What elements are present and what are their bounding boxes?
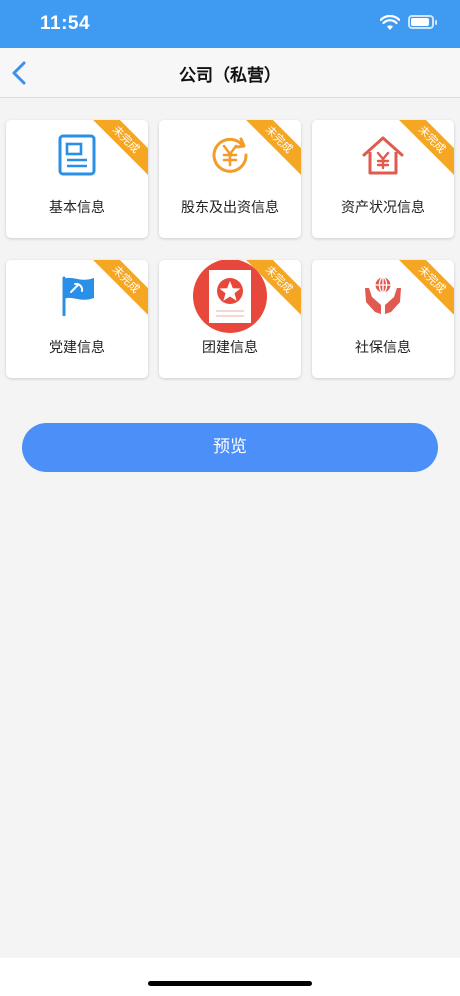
page-title: 公司（私营） [179, 66, 281, 86]
house-yuan-icon [362, 136, 404, 175]
card-label: 团建信息 [202, 340, 258, 356]
card-label: 基本信息 [49, 200, 105, 216]
card-shareholder-info[interactable]: 未完成 股东及出资信息 [159, 120, 301, 238]
yuan-coin-icon [212, 137, 248, 173]
card-league-info[interactable]: 未完成 团建信息 [159, 260, 301, 378]
party-flag-icon [62, 276, 94, 316]
home-indicator[interactable] [148, 981, 312, 986]
card-label: 资产状况信息 [341, 200, 425, 216]
nav-bar: 公司（私营） [0, 48, 460, 98]
card-asset-info[interactable]: 未完成 资产状况信息 [312, 120, 454, 238]
card-label: 股东及出资信息 [181, 200, 279, 216]
bottom-bar [0, 958, 460, 996]
star-certificate-icon [193, 260, 267, 333]
card-label: 党建信息 [49, 340, 105, 356]
status-time: 11:54 [40, 13, 91, 34]
wifi-icon [380, 15, 400, 30]
preview-button[interactable]: 预览 [22, 423, 438, 472]
card-basic-info[interactable]: 未完成 基本信息 [6, 120, 148, 238]
hands-globe-icon [365, 276, 401, 314]
status-bar: 11:54 [0, 0, 460, 48]
battery-icon [408, 15, 437, 29]
card-label: 社保信息 [355, 340, 411, 356]
card-social-security-info[interactable]: 未完成 社保信息 [312, 260, 454, 378]
document-icon [58, 134, 96, 176]
card-party-info[interactable]: 未完成 党建信息 [6, 260, 148, 378]
